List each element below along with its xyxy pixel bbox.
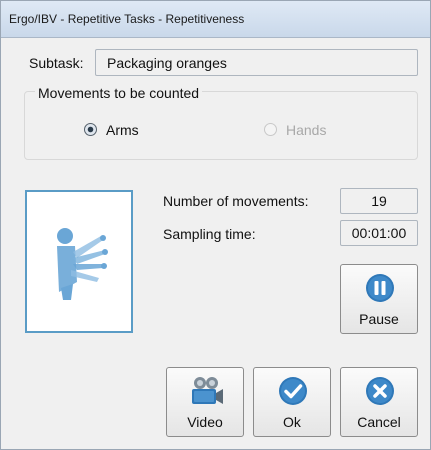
cancel-button-label: Cancel: [357, 414, 401, 430]
num-movements-value: 19: [371, 193, 387, 209]
subtask-value: Packaging oranges: [107, 55, 227, 71]
pause-button[interactable]: Pause: [340, 264, 418, 334]
radio-arms-indicator[interactable]: [84, 123, 97, 136]
sampling-time-field: 00:01:00: [340, 220, 418, 246]
window-title: Ergo/IBV - Repetitive Tasks - Repetitive…: [9, 12, 245, 26]
ok-button-label: Ok: [283, 414, 301, 430]
close-icon: [366, 377, 394, 405]
pause-button-label: Pause: [359, 311, 399, 327]
video-button-label: Video: [187, 414, 223, 430]
num-movements-label: Number of movements:: [163, 193, 309, 209]
radio-hands-label: Hands: [286, 122, 327, 138]
title-bar: Ergo/IBV - Repetitive Tasks - Repetitive…: [1, 1, 430, 38]
video-camera-icon: [192, 377, 223, 404]
checkmark-icon: [279, 377, 307, 405]
cancel-button[interactable]: Cancel: [340, 367, 418, 437]
subtask-label: Subtask:: [29, 55, 84, 71]
radio-arms-label: Arms: [106, 122, 139, 138]
num-movements-field: 19: [340, 188, 418, 214]
subtask-field: Packaging oranges: [95, 49, 418, 76]
worker-arms-motion-icon: [57, 228, 108, 300]
sampling-time-value: 00:01:00: [351, 225, 407, 241]
radio-hands[interactable]: Hands: [264, 120, 344, 140]
movements-group-legend: Movements to be counted: [35, 85, 203, 101]
ok-button[interactable]: Ok: [253, 367, 331, 437]
sampling-time-label: Sampling time:: [163, 226, 256, 242]
radio-arms[interactable]: Arms: [84, 120, 154, 140]
repetitiveness-dialog: Ergo/IBV - Repetitive Tasks - Repetitive…: [0, 0, 431, 450]
movement-figure-box: [25, 190, 133, 333]
video-button[interactable]: Video: [166, 367, 244, 437]
radio-hands-indicator[interactable]: [264, 123, 277, 136]
pause-icon: [366, 274, 394, 302]
